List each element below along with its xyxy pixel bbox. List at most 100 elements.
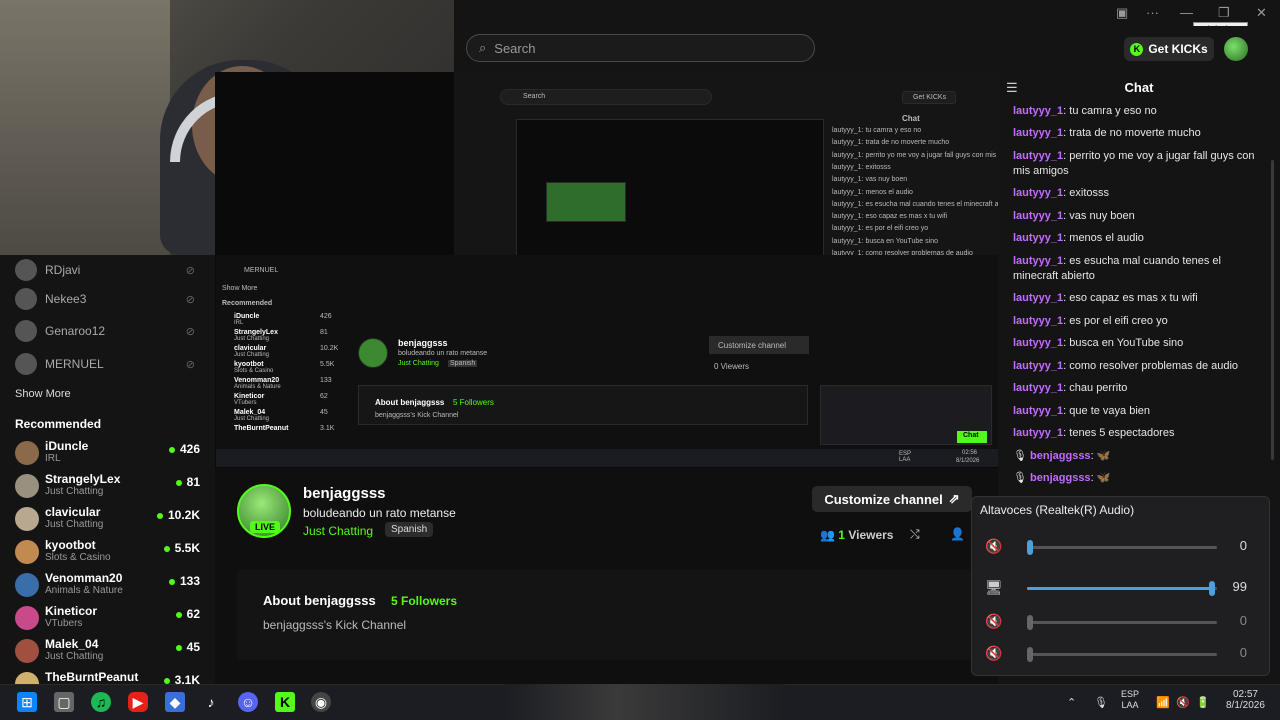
chat-text: chau perrito <box>1069 382 1128 394</box>
nested-get-kicks-text: Get KICKs <box>913 94 947 101</box>
channel-name[interactable]: benjaggsss <box>303 485 386 502</box>
following-item[interactable]: Nekee3 ⊘ <box>15 288 205 310</box>
chat-username[interactable]: lautyyy_1 <box>1013 427 1063 439</box>
volume-muted-icon[interactable]: 🔇 <box>1176 696 1190 709</box>
nested-rec-viewers: 5.5K <box>320 361 335 368</box>
nested-chat-line: lautyyy_1: exitosss <box>832 163 891 171</box>
chat-username[interactable]: benjaggsss <box>1030 450 1091 462</box>
kick-icon[interactable]: K <box>275 692 295 712</box>
recommended-item[interactable]: Malek_04 Just Chatting 45 <box>15 637 200 665</box>
more-options-icon[interactable]: ··· <box>1146 5 1159 20</box>
avatar <box>15 639 39 663</box>
nested-rec-name: Venomman20 <box>234 377 280 384</box>
minimize-button[interactable]: — <box>1180 5 1193 20</box>
start-button[interactable]: ⊞ <box>17 692 37 712</box>
tray-overflow-icon[interactable]: ⌃ <box>1067 696 1076 709</box>
recommended-item[interactable]: Venomman20 Animals & Nature 133 <box>15 571 200 599</box>
chat-username[interactable]: lautyyy_1 <box>1013 382 1063 394</box>
recommended-item[interactable]: TheBurntPeanut 3.1K <box>15 670 200 684</box>
nested-channel-avatar <box>358 338 388 368</box>
nested-rec-cat: VTubers <box>234 400 257 406</box>
app-icon[interactable]: 🖥 <box>985 579 1003 596</box>
obs-icon[interactable]: ◉ <box>311 692 331 712</box>
avatar <box>15 320 37 342</box>
recommended-item[interactable]: Kineticor VTubers 62 <box>15 604 200 632</box>
chat-username[interactable]: lautyyy_1 <box>1013 405 1063 417</box>
volume-thumb[interactable] <box>1027 615 1033 630</box>
chat-text: trata de no moverte mucho <box>1069 127 1201 139</box>
volume-fill <box>1027 587 1216 590</box>
chat-username[interactable]: lautyyy_1 <box>1013 315 1063 327</box>
following-item[interactable]: MERNUEL ⊘ <box>15 353 205 375</box>
volume-slider[interactable] <box>1027 581 1217 596</box>
app-icon[interactable]: ◆ <box>165 692 185 712</box>
user-options-icon[interactable]: 👤 <box>950 527 965 541</box>
task-view-icon[interactable]: ▢ <box>54 692 74 712</box>
speaker-muted-icon[interactable]: 🔇 <box>985 538 1002 555</box>
nested-capture-top: Search Get KICKs Chat lautyyy_1: tu camr… <box>454 72 1021 368</box>
nested-chat-button: Chat <box>957 431 987 443</box>
chat-message: lautyyy_1: trata de no moverte mucho <box>1013 126 1263 141</box>
volume-thumb[interactable] <box>1027 540 1033 555</box>
search-input[interactable]: ⌕ Search <box>466 34 815 62</box>
chat-username[interactable]: lautyyy_1 <box>1013 292 1063 304</box>
following-item[interactable]: Genaroo12 ⊘ <box>15 320 205 342</box>
clock[interactable]: 02:57 8/1/2026 <box>1226 689 1265 711</box>
chat-scrollbar[interactable] <box>1271 160 1274 460</box>
show-more-link[interactable]: Show More <box>15 388 71 400</box>
app-muted-icon[interactable]: 🔇 <box>985 645 1002 662</box>
badge-icon: 🎙 <box>1013 472 1031 484</box>
volume-slider[interactable] <box>1027 615 1217 630</box>
screen-share-icon[interactable]: ▣ <box>1116 5 1128 21</box>
customize-channel-button[interactable]: Customize channel ⇗ <box>812 486 972 512</box>
chat-username[interactable]: lautyyy_1 <box>1013 255 1063 267</box>
volume-slider[interactable] <box>1027 647 1217 662</box>
youtube-icon[interactable]: ▶ <box>128 692 148 712</box>
stream-category-link[interactable]: Just Chatting <box>303 524 373 538</box>
chat-username[interactable]: lautyyy_1 <box>1013 127 1063 139</box>
language-tag[interactable]: Spanish <box>385 522 434 537</box>
volume-slider[interactable] <box>1027 540 1217 555</box>
nested-rec-cat: IRL <box>234 320 244 326</box>
volume-thumb[interactable] <box>1027 647 1033 662</box>
chat-username[interactable]: lautyyy_1 <box>1013 337 1063 349</box>
nested-chat-button-text: Chat <box>963 432 979 439</box>
discord-icon[interactable]: ☺ <box>238 692 258 712</box>
following-item[interactable]: RDjavi ⊘ <box>15 259 205 281</box>
chat-username[interactable]: lautyyy_1 <box>1013 210 1063 222</box>
recommended-item[interactable]: clavicular Just Chatting 10.2K <box>15 505 200 533</box>
get-kicks-button[interactable]: K Get KICKs <box>1124 37 1214 61</box>
chat-username[interactable]: lautyyy_1 <box>1013 360 1063 372</box>
chat-username[interactable]: benjaggsss <box>1030 472 1091 484</box>
volume-row: 🔇 0 <box>985 643 1255 665</box>
wifi-icon[interactable]: 📶 <box>1156 696 1170 709</box>
app-muted-icon[interactable]: 🔇 <box>985 613 1002 630</box>
volume-thumb[interactable] <box>1209 581 1216 596</box>
close-button[interactable]: ✕ <box>1256 5 1267 21</box>
microphone-icon[interactable]: 🎙 <box>1094 696 1108 709</box>
recommended-item[interactable]: StrangelyLex Just Chatting 81 <box>15 472 200 500</box>
chat-username[interactable]: lautyyy_1 <box>1013 150 1063 162</box>
nested-about: About benjaggsss 5 Followers benjaggsss'… <box>358 385 808 425</box>
channel-name: clavicular <box>45 505 101 519</box>
chat-title: Chat <box>1124 80 1154 95</box>
chat-message: lautyyy_1: menos el audio <box>1013 231 1263 246</box>
input-language[interactable]: ESP LAA <box>1121 689 1139 711</box>
recommended-item[interactable]: kyootbot Slots & Casino 5.5K <box>15 538 200 566</box>
maximize-button[interactable]: ❐ <box>1218 5 1230 21</box>
volume-value: 99 <box>1232 579 1247 594</box>
recommended-item[interactable]: iDuncle IRL 426 <box>15 439 200 467</box>
nested-rec-name: iDuncle <box>234 313 260 320</box>
share-icon[interactable]: ⤭ <box>910 527 920 542</box>
viewer-count: 81 <box>176 475 200 489</box>
spotify-icon[interactable]: ♫ <box>91 692 111 712</box>
battery-icon[interactable]: 🔋 <box>1196 696 1210 709</box>
avatar <box>15 507 39 531</box>
recommended-heading: Recommended <box>15 417 102 431</box>
nested-rec-name: clavicular <box>234 345 267 352</box>
user-avatar[interactable] <box>1224 37 1248 61</box>
chat-username[interactable]: lautyyy_1 <box>1013 105 1063 117</box>
chat-username[interactable]: lautyyy_1 <box>1013 232 1063 244</box>
tiktok-icon[interactable]: ♪ <box>201 692 221 712</box>
chat-username[interactable]: lautyyy_1 <box>1013 187 1063 199</box>
